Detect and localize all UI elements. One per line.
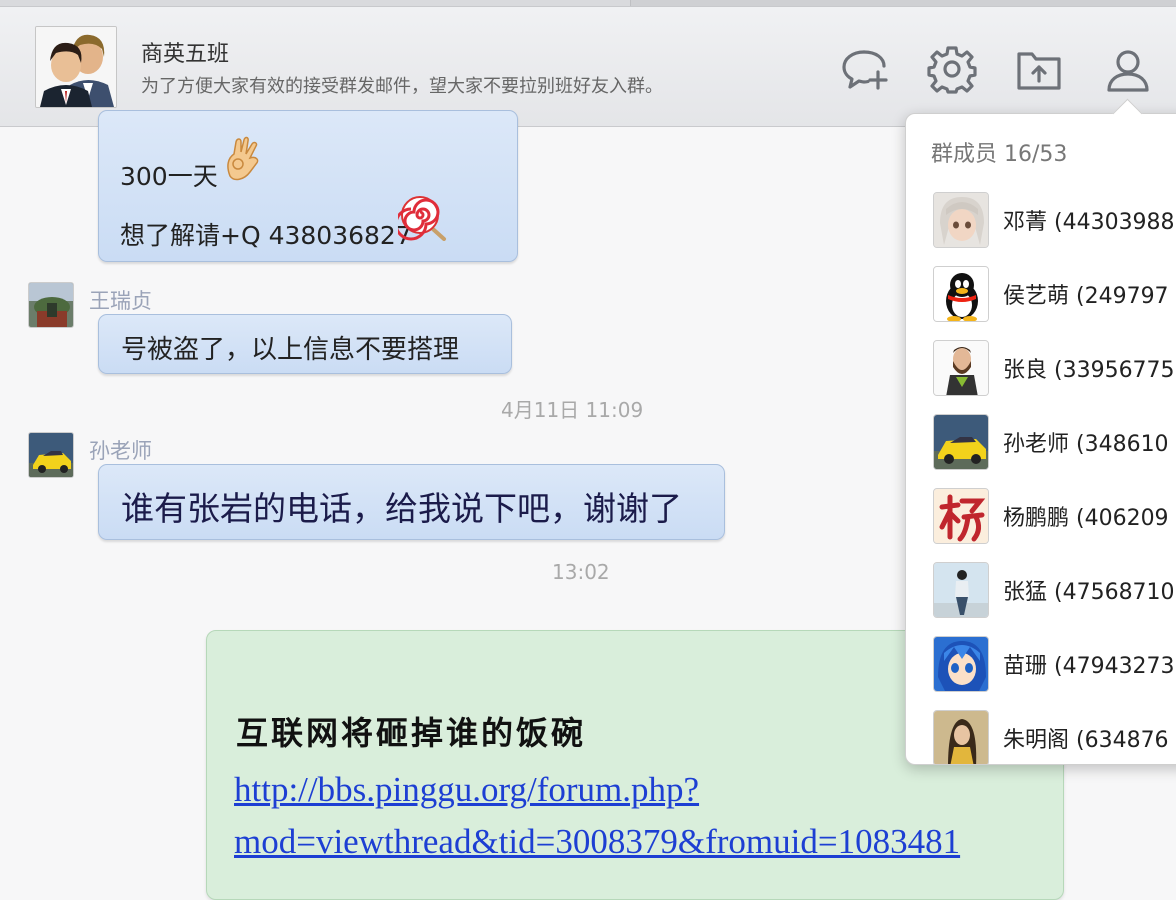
member-row[interactable]: 苗珊 (47943273: [906, 636, 1176, 710]
sender-avatar[interactable]: [28, 282, 74, 328]
member-name: 杨鹏鹏 (406209: [1003, 506, 1169, 531]
woman-photo-avatar: [933, 710, 989, 764]
member-name: 苗珊 (47943273: [1003, 654, 1175, 679]
article-title: 互联网将砸掉谁的饭碗: [236, 714, 587, 752]
new-chat-icon[interactable]: [840, 44, 890, 94]
window-top-strip: [0, 0, 1176, 7]
member-name: 张良 (33956775: [1003, 358, 1175, 383]
member-name: 孙老师 (348610: [1003, 432, 1169, 457]
members-person-icon[interactable]: [1103, 44, 1153, 94]
message-text-line2: 想了解请+Q 438036827: [120, 221, 412, 250]
member-row[interactable]: 张猛 (47568710: [906, 562, 1176, 636]
member-row[interactable]: 杨鹏鹏 (406209: [906, 488, 1176, 562]
member-name: 朱明阁 (634876: [1003, 728, 1169, 753]
sender-name: 王瑞贞: [89, 289, 152, 313]
lollipop-icon: [394, 195, 448, 241]
upload-folder-icon[interactable]: [1014, 44, 1064, 94]
settings-gear-icon[interactable]: [927, 44, 977, 94]
member-row[interactable]: 张良 (33956775: [906, 340, 1176, 414]
member-name: 侯艺萌 (249797: [1003, 284, 1169, 309]
ok-hand-icon: [222, 136, 266, 182]
sender-name: 孙老师: [89, 439, 152, 463]
member-count-header: 群成员 16/53: [931, 142, 1068, 167]
message-text-line1: 300一天: [120, 162, 218, 191]
message-text: 号被盗了，以上信息不要搭理: [121, 335, 460, 365]
group-avatar[interactable]: [35, 26, 117, 108]
member-name: 张猛 (47568710: [1003, 580, 1175, 605]
group-name: 商英五班: [141, 42, 230, 67]
yellow-car-avatar: [933, 414, 989, 470]
member-row[interactable]: 朱明阁 (634876: [906, 710, 1176, 764]
member-row[interactable]: 孙老师 (348610: [906, 414, 1176, 488]
qq-penguin-avatar: [933, 266, 989, 322]
member-name: 邓菁 (44303988: [1003, 210, 1175, 235]
member-row[interactable]: 侯艺萌 (249797: [906, 266, 1176, 340]
article-link-line2[interactable]: mod=viewthread&tid=3008379&fromuid=10834…: [234, 822, 960, 862]
member-list-popover: 群成员 16/53 邓菁 (44303988 侯艺萌 (249797 张良 (3…: [905, 113, 1176, 765]
timestamp: 4月11日 11:09: [501, 398, 644, 422]
member-row[interactable]: 邓菁 (44303988: [906, 192, 1176, 266]
group-notice: 为了方便大家有效的接受群发邮件，望大家不要拉别班好友入群。: [141, 76, 663, 97]
timestamp: 13:02: [552, 560, 610, 584]
message-text: 谁有张岩的电话，给我说下吧，谢谢了: [121, 489, 682, 528]
anime-girl-avatar: [933, 192, 989, 248]
article-link-line1[interactable]: http://bbs.pinggu.org/forum.php?: [234, 770, 699, 810]
blue-hair-anime-avatar: [933, 636, 989, 692]
calligraphy-yang-avatar: [933, 488, 989, 544]
chat-header: 商英五班 为了方便大家有效的接受群发邮件，望大家不要拉别班好友入群。: [0, 0, 1176, 127]
standing-man-avatar: [933, 562, 989, 618]
bearded-man-avatar: [933, 340, 989, 396]
sender-avatar[interactable]: [28, 432, 74, 478]
